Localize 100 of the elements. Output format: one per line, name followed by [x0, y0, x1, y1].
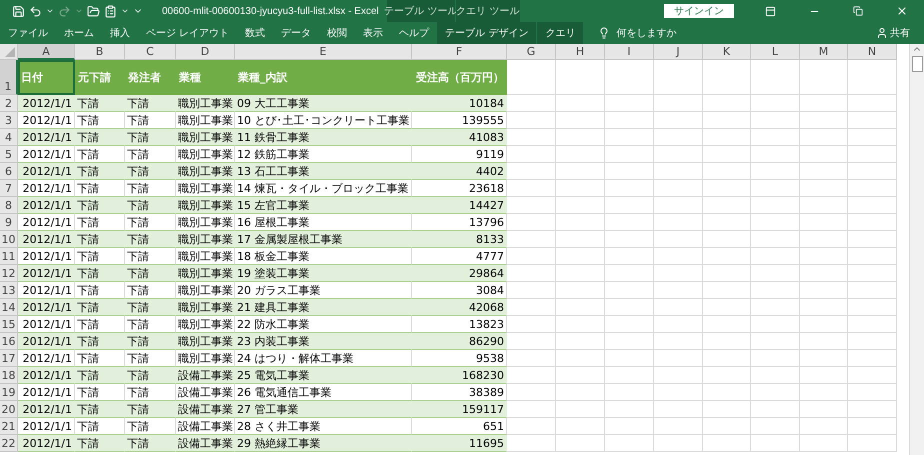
table-cell: 下請 [75, 180, 125, 197]
table-cell: 15 左官工事業 [235, 197, 412, 214]
ribbon-tab[interactable]: ホーム [56, 22, 102, 44]
ribbon-tab[interactable]: 数式 [237, 22, 274, 44]
table-cell: 2012/1/1 [18, 418, 75, 435]
table-cell: 86290 [412, 333, 507, 350]
table-cell: 168230 [412, 367, 507, 384]
share-button[interactable]: 共有 [870, 25, 916, 41]
table-cell: 下請 [75, 112, 125, 129]
row-header[interactable]: 11 [0, 248, 18, 265]
ribbon-tab[interactable]: クエリ [537, 22, 584, 44]
vertical-scrollbar[interactable] [909, 44, 924, 455]
table-cell: 41083 [412, 129, 507, 146]
table-cell: 26 電気通信工事業 [235, 384, 412, 401]
table-cell: 13 石工工事業 [235, 163, 412, 180]
table-header-cell: 業種_内訳 [235, 60, 412, 95]
table-cell: 職別工事業 [176, 282, 235, 299]
column-header[interactable]: K [703, 44, 751, 60]
lightbulb-icon [598, 27, 610, 39]
row-header[interactable]: 6 [0, 163, 18, 180]
scroll-thumb[interactable] [912, 56, 922, 72]
ribbon-tab[interactable]: 校閲 [319, 22, 356, 44]
caret-icon[interactable] [121, 7, 129, 15]
row-header[interactable]: 21 [0, 418, 18, 435]
row-header[interactable]: 12 [0, 265, 18, 282]
row-header[interactable]: 4 [0, 129, 18, 146]
table-cell: 下請 [75, 367, 125, 384]
column-header[interactable]: J [654, 44, 703, 60]
ribbon-tab[interactable]: データ [273, 22, 320, 44]
ribbon-display-icon[interactable] [764, 6, 776, 16]
table-cell: 下請 [75, 316, 125, 333]
row-header[interactable]: 22 [0, 435, 18, 452]
row-header[interactable]: 17 [0, 350, 18, 367]
row-header[interactable]: 8 [0, 197, 18, 214]
table-cell: 12 鉄筋工事業 [235, 146, 412, 163]
row-header[interactable]: 2 [0, 95, 18, 112]
column-header[interactable]: A [18, 44, 75, 60]
row-header[interactable]: 14 [0, 299, 18, 316]
row-header[interactable]: 19 [0, 384, 18, 401]
ribbon-tab[interactable]: テーブル デザイン [437, 22, 536, 44]
table-cell: 職別工事業 [176, 95, 235, 112]
table-cell: 下請 [125, 146, 176, 163]
row-header[interactable]: 15 [0, 316, 18, 333]
table-cell: 2012/1/1 [18, 129, 75, 146]
table-cell: 下請 [75, 401, 125, 418]
table-cell: 28 さく井工事業 [235, 418, 412, 435]
save-icon[interactable] [12, 4, 25, 18]
column-header[interactable]: F [412, 44, 507, 60]
folder-icon[interactable] [87, 4, 100, 18]
table-header-cell: 元下請 [75, 60, 125, 95]
column-header[interactable]: G [507, 44, 556, 60]
ribbon-tab[interactable]: 挿入 [102, 22, 138, 44]
table-cell: 9119 [412, 146, 507, 163]
window-title: 00600-mlit-00600130-jyucyu3-full-list.xlsx - Excel [162, 6, 379, 16]
form-icon[interactable] [104, 4, 117, 18]
sign-in-button[interactable]: サインイン [664, 4, 734, 18]
restore-icon[interactable] [853, 6, 863, 16]
redo-icon[interactable] [58, 4, 71, 18]
row-header[interactable]: 13 [0, 282, 18, 299]
table-cell: 下請 [75, 248, 125, 265]
column-header[interactable]: I [605, 44, 654, 60]
table-cell: 下請 [125, 248, 176, 265]
table-cell: 2012/1/1 [18, 180, 75, 197]
close-icon[interactable] [896, 5, 908, 17]
table-cell: 4402 [412, 163, 507, 180]
column-header[interactable]: M [800, 44, 848, 60]
ribbon-tab[interactable]: ファイル [0, 22, 56, 44]
column-header[interactable]: N [848, 44, 897, 60]
row-header[interactable]: 20 [0, 401, 18, 418]
table-cell: 職別工事業 [176, 231, 235, 248]
column-header[interactable]: C [125, 44, 176, 60]
row-header[interactable]: 9 [0, 214, 18, 231]
tell-me-field[interactable]: 何をしますか [616, 26, 676, 40]
row-header[interactable]: 10 [0, 231, 18, 248]
ribbon-tab[interactable]: ページ レイアウト [138, 22, 238, 44]
column-header[interactable]: D [176, 44, 235, 60]
table-cell: 下請 [75, 435, 125, 452]
select-all-corner[interactable] [0, 44, 18, 60]
row-header[interactable]: 7 [0, 180, 18, 197]
row-header[interactable]: 3 [0, 112, 18, 129]
ribbon-tab[interactable]: 表示 [355, 22, 392, 44]
table-cell: 2012/1/1 [18, 197, 75, 214]
table-cell: 21 建具工事業 [235, 299, 412, 316]
caret-icon[interactable] [46, 7, 54, 15]
row-header[interactable]: 18 [0, 367, 18, 384]
row-header[interactable]: 1 [0, 60, 18, 95]
ribbon-tab[interactable]: ヘルプ [391, 22, 438, 44]
table-cell: 23618 [412, 180, 507, 197]
column-header[interactable]: B [75, 44, 125, 60]
table-cell: 下請 [75, 265, 125, 282]
table-cell: 29864 [412, 265, 507, 282]
table-cell: 下請 [75, 299, 125, 316]
column-header[interactable]: E [235, 44, 412, 60]
column-header[interactable]: H [556, 44, 605, 60]
person-icon [876, 27, 888, 39]
row-header[interactable]: 5 [0, 146, 18, 163]
table-cell: 8133 [412, 231, 507, 248]
column-header[interactable]: L [751, 44, 800, 60]
undo-icon[interactable] [29, 4, 42, 18]
row-header[interactable]: 16 [0, 333, 18, 350]
